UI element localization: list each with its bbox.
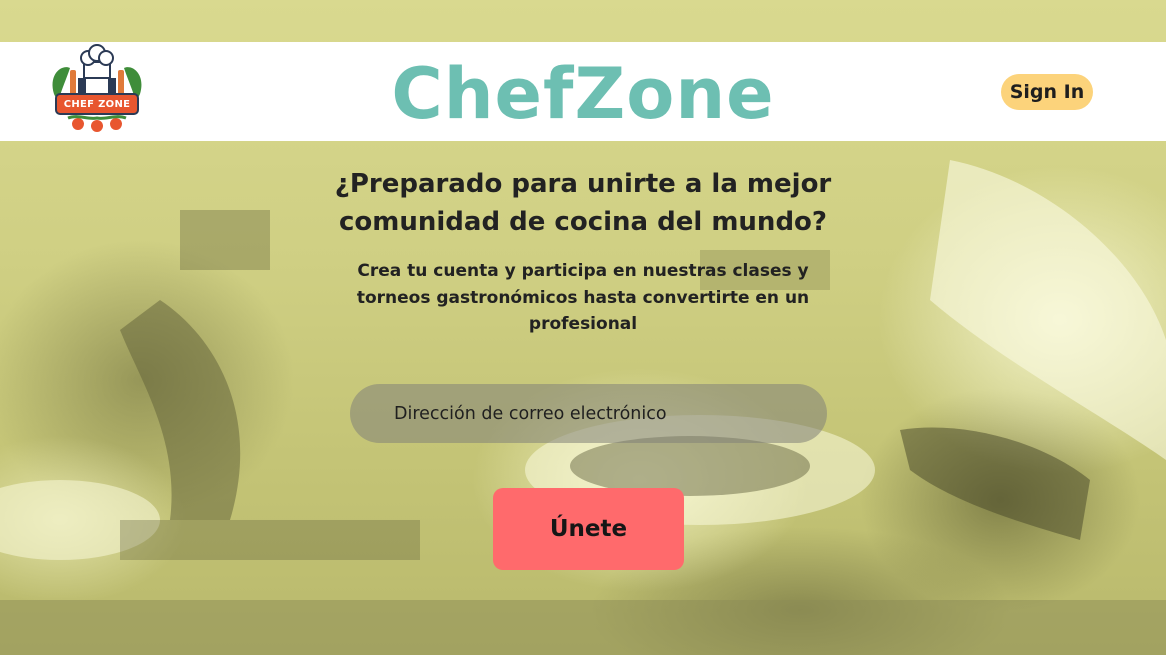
sign-in-button[interactable]: Sign In <box>1001 74 1093 110</box>
email-input[interactable] <box>350 384 827 443</box>
hero-subtext: Crea tu cuenta y participa en nuestras c… <box>356 261 810 334</box>
hero-headline: ¿Preparado para unirte a la mejor comuni… <box>334 169 832 237</box>
brand-title: ChefZone <box>391 53 775 135</box>
join-button[interactable]: Únete <box>493 488 684 570</box>
